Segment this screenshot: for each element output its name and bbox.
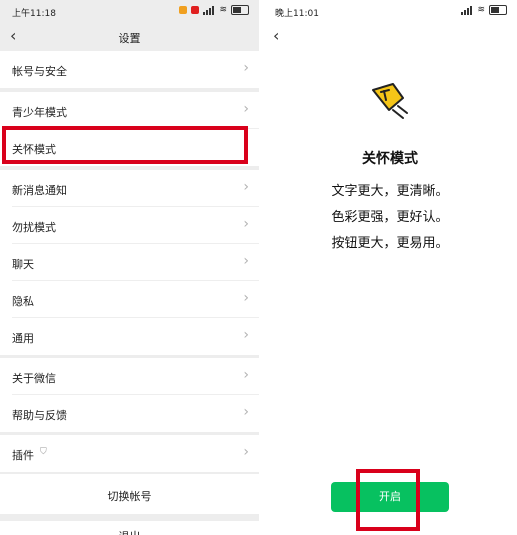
settings-item-account-security[interactable]: 帐号与安全 › (0, 51, 259, 88)
settings-item-label: 帐号与安全 (12, 65, 67, 78)
logout-label: 退出 (0, 528, 259, 535)
settings-item-notifications[interactable]: 新消息通知 › (0, 170, 259, 207)
page-title: 设置 (118, 32, 141, 45)
settings-item-chat[interactable]: 聊天 › (0, 244, 259, 281)
wifi-icon: ≋ (477, 5, 485, 15)
chevron-right-icon: › (243, 444, 249, 460)
settings-screen: 上午11:18 ≋ ‹ 设置 帐号与安全 › 青少年模式 › 关怀模式 › 新消… (0, 0, 259, 535)
chevron-right-icon: › (243, 216, 249, 232)
settings-item-label: 新消息通知 (12, 184, 67, 197)
status-icons: ≋ (179, 5, 249, 15)
shield-icon: ⛉ (40, 447, 47, 457)
care-mode-feature-text: 文字更大，更清晰。 (331, 184, 449, 199)
highlight-box-enable-button (356, 469, 420, 531)
settings-item-label: 隐私 (12, 295, 34, 308)
settings-item-label: 青少年模式 (12, 106, 67, 119)
settings-item-youth-mode[interactable]: 青少年模式 › (0, 92, 259, 129)
status-bar: 上午11:18 ≋ (0, 0, 259, 22)
logout-button[interactable]: 退出 (0, 521, 259, 535)
care-mode-screen: 晚上11:01 ≋ ‹ 关怀模式 文字更大，更清晰。 色彩更强，更好认。 按钮更… (263, 0, 517, 535)
battery-icon (489, 5, 507, 15)
chevron-right-icon: › (243, 404, 249, 420)
chevron-right-icon: › (243, 367, 249, 383)
nav-bar: ‹ (263, 22, 517, 50)
battery-icon (231, 5, 249, 15)
chevron-right-icon: › (243, 327, 249, 343)
nav-bar: ‹ 设置 (0, 22, 259, 50)
switch-account-button[interactable]: 切换帐号 (0, 474, 259, 514)
settings-item-label: 帮助与反馈 (12, 409, 67, 422)
settings-item-label: 通用 (12, 332, 34, 345)
settings-item-general[interactable]: 通用 › (0, 318, 259, 355)
chevron-right-icon: › (243, 60, 249, 76)
switch-account-label: 切换帐号 (107, 490, 152, 503)
status-bar: 晚上11:01 ≋ (263, 0, 517, 22)
highlight-box-care-mode (2, 126, 248, 164)
status-time: 上午11:18 (12, 9, 56, 19)
wifi-icon: ≋ (219, 5, 227, 15)
chevron-right-icon: › (243, 290, 249, 306)
notification-icon (179, 6, 188, 14)
settings-item-label: 勿扰模式 (12, 221, 56, 234)
settings-item-plugins[interactable]: 插件 ⛉ › (0, 435, 259, 472)
settings-item-label: 聊天 (12, 258, 34, 271)
signal-icon (461, 5, 473, 15)
settings-item-do-not-disturb[interactable]: 勿扰模式 › (0, 207, 259, 244)
settings-item-privacy[interactable]: 隐私 › (0, 281, 259, 318)
chevron-right-icon: › (243, 179, 249, 195)
settings-item-label: 关于微信 (12, 372, 56, 385)
app-badge-icon (191, 6, 200, 14)
care-mode-icon (372, 83, 408, 119)
chevron-right-icon: › (243, 101, 249, 117)
care-mode-feature-color: 色彩更强，更好认。 (331, 210, 449, 225)
care-mode-feature-buttons: 按钮更大，更易用。 (331, 236, 449, 251)
signal-icon (203, 5, 215, 15)
care-mode-title: 关怀模式 (362, 151, 418, 167)
chevron-right-icon: › (243, 253, 249, 269)
status-time: 晚上11:01 (275, 9, 319, 19)
settings-item-about[interactable]: 关于微信 › (0, 358, 259, 395)
settings-item-label: 插件 (12, 449, 34, 462)
back-icon[interactable]: ‹ (273, 26, 279, 45)
settings-item-help-feedback[interactable]: 帮助与反馈 › (0, 395, 259, 432)
status-icons: ≋ (461, 5, 507, 15)
